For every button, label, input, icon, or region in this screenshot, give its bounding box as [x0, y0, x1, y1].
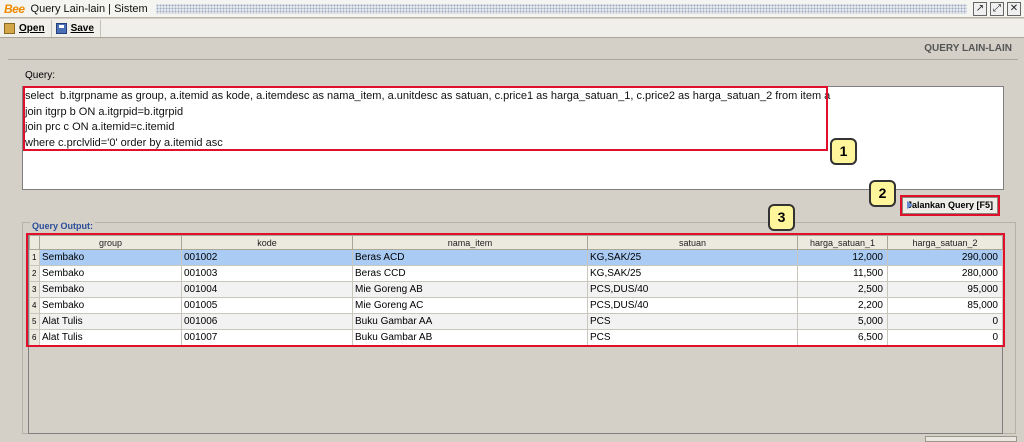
row-number: 6: [29, 329, 40, 346]
cell-kode[interactable]: 001006: [181, 313, 353, 330]
cell-harga-satuan-2[interactable]: 290,000: [887, 249, 1003, 266]
cell-harga-satuan-2[interactable]: 280,000: [887, 265, 1003, 282]
table-row[interactable]: 3 Sembako 001004 Mie Goreng AB PCS,DUS/4…: [29, 281, 1003, 298]
cell-group[interactable]: Alat Tulis: [39, 329, 182, 346]
cell-kode[interactable]: 001004: [181, 281, 353, 298]
column-header[interactable]: harga_satuan_2: [887, 235, 1003, 250]
close-icon[interactable]: ✕: [1007, 1, 1021, 16]
cell-harga-satuan-2[interactable]: 95,000: [887, 281, 1003, 298]
row-number: 4: [29, 297, 40, 314]
cell-group[interactable]: Alat Tulis: [39, 313, 182, 330]
cell-kode[interactable]: 001005: [181, 297, 353, 314]
cell-nama-item[interactable]: Buku Gambar AB: [352, 329, 588, 346]
cell-satuan[interactable]: PCS,DUS/40: [587, 297, 798, 314]
window-titlebar: Bee Query Lain-lain | Sistem ↗ ⤢ ✕: [0, 0, 1024, 18]
cell-satuan[interactable]: PCS: [587, 313, 798, 330]
toolbar: Open Save: [0, 19, 1024, 38]
cell-nama-item[interactable]: Mie Goreng AB: [352, 281, 588, 298]
cell-group[interactable]: Sembako: [39, 249, 182, 266]
cell-harga-satuan-1[interactable]: 2,200: [797, 297, 888, 314]
run-query-label: Jalankan Query [F5]: [906, 200, 993, 210]
cell-satuan[interactable]: PCS: [587, 329, 798, 346]
cell-group[interactable]: Sembako: [39, 281, 182, 298]
window-title: Query Lain-lain | Sistem: [30, 2, 148, 15]
save-button[interactable]: Save: [52, 19, 101, 37]
cell-kode[interactable]: 001007: [181, 329, 353, 346]
cell-nama-item[interactable]: Beras ACD: [352, 249, 588, 266]
save-label: Save: [70, 22, 94, 34]
row-number: 5: [29, 313, 40, 330]
folder-open-icon: [4, 22, 15, 34]
callout-3: 3: [768, 204, 795, 231]
app-logo: Bee: [4, 1, 25, 16]
cell-nama-item[interactable]: Beras CCD: [352, 265, 588, 282]
cell-nama-item[interactable]: Mie Goreng AC: [352, 297, 588, 314]
run-query-button[interactable]: Jalankan Query [F5]: [902, 197, 998, 214]
callout-1: 1: [830, 138, 857, 165]
restore-icon[interactable]: ↗: [973, 1, 987, 16]
page-title: QUERY LAIN-LAIN: [8, 40, 1018, 60]
query-text: select b.itgrpname as group, a.itemid as…: [25, 90, 831, 149]
table-row[interactable]: 1 Sembako 001002 Beras ACD KG,SAK/25 12,…: [29, 249, 1003, 266]
row-number: 3: [29, 281, 40, 298]
cell-kode[interactable]: 001002: [181, 249, 353, 266]
table-row[interactable]: 4 Sembako 001005 Mie Goreng AC PCS,DUS/4…: [29, 297, 1003, 314]
cell-harga-satuan-1[interactable]: 11,500: [797, 265, 888, 282]
cell-harga-satuan-1[interactable]: 12,000: [797, 249, 888, 266]
titlebar-pattern: [155, 3, 967, 14]
column-header[interactable]: group: [39, 235, 182, 250]
column-header[interactable]: kode: [181, 235, 353, 250]
cell-harga-satuan-1[interactable]: 2,500: [797, 281, 888, 298]
cell-satuan[interactable]: KG,SAK/25: [587, 249, 798, 266]
open-label: Open: [19, 22, 45, 34]
column-header[interactable]: nama_item: [352, 235, 588, 250]
row-number-header: [29, 235, 40, 250]
cell-satuan[interactable]: PCS,DUS/40: [587, 281, 798, 298]
cell-nama-item[interactable]: Buku Gambar AA: [352, 313, 588, 330]
row-number: 1: [29, 249, 40, 266]
cell-satuan[interactable]: KG,SAK/25: [587, 265, 798, 282]
callout-2: 2: [869, 180, 896, 207]
maximize-icon[interactable]: ⤢: [990, 1, 1004, 16]
query-label: Query:: [25, 70, 56, 81]
table-header-row: group kode nama_item satuan harga_satuan…: [29, 235, 1003, 250]
query-textarea[interactable]: select b.itgrpname as group, a.itemid as…: [22, 86, 1004, 190]
table-row[interactable]: 6 Alat Tulis 001007 Buku Gambar AB PCS 6…: [29, 329, 1003, 346]
open-button[interactable]: Open: [0, 19, 52, 37]
query-output-grid[interactable]: group kode nama_item satuan harga_satuan…: [28, 234, 1003, 434]
output-table: group kode nama_item satuan harga_satuan…: [29, 235, 1003, 346]
play-icon: [907, 201, 913, 209]
cell-harga-satuan-1[interactable]: 5,000: [797, 313, 888, 330]
cell-harga-satuan-2[interactable]: 85,000: [887, 297, 1003, 314]
cell-harga-satuan-2[interactable]: 0: [887, 329, 1003, 346]
column-header[interactable]: satuan: [587, 235, 798, 250]
table-row[interactable]: 2 Sembako 001003 Beras CCD KG,SAK/25 11,…: [29, 265, 1003, 282]
cell-group[interactable]: Sembako: [39, 265, 182, 282]
cell-harga-satuan-1[interactable]: 6,500: [797, 329, 888, 346]
query-output-label: Query Output:: [30, 221, 95, 231]
cell-harga-satuan-2[interactable]: 0: [887, 313, 1003, 330]
table-row[interactable]: 5 Alat Tulis 001006 Buku Gambar AA PCS 5…: [29, 313, 1003, 330]
cell-group[interactable]: Sembako: [39, 297, 182, 314]
status-strip: [925, 436, 1017, 442]
column-header[interactable]: harga_satuan_1: [797, 235, 888, 250]
row-number: 2: [29, 265, 40, 282]
cell-kode[interactable]: 001003: [181, 265, 353, 282]
floppy-save-icon: [55, 22, 67, 34]
